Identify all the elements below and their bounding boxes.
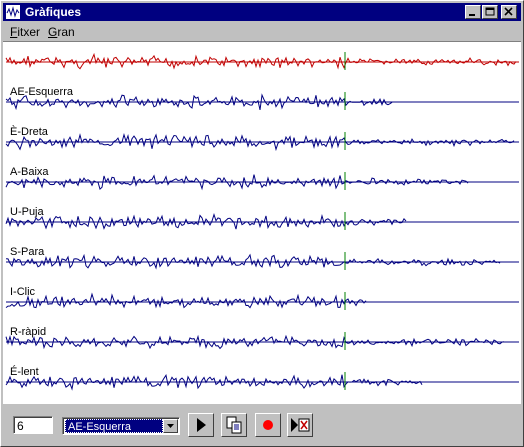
close-icon [504,7,513,16]
stop-button[interactable] [287,413,313,437]
chevron-down-icon [167,424,174,428]
close-button[interactable] [501,5,517,19]
track-label-r-rapid: R-ràpid [10,326,47,338]
track-label-u-puja: U-Puja [10,206,44,218]
maximize-button[interactable] [482,5,498,19]
minimize-button[interactable] [465,5,481,19]
stop-icon [291,418,310,432]
track-select[interactable]: AE-Esquerra [62,417,180,435]
play-button[interactable] [188,413,214,437]
track-select-value: AE-Esquerra [65,419,163,433]
dropdown-arrow-button[interactable] [163,419,178,433]
main-window: Gràfiques Fitxer Gran AE-Esquerra È-Dret… [0,0,524,447]
signal-plot-area: AE-Esquerra È-Dreta A-Baixa U-Puja S-Par… [3,41,521,404]
number-input[interactable]: 6 [13,416,53,434]
track-label-ae-esquerra: AE-Esquerra [10,86,73,98]
play-icon [197,418,206,432]
maximize-icon [485,7,495,16]
title-bar[interactable]: Gràfiques [3,3,521,21]
track-label-e-dreta: È-Dreta [10,126,48,138]
signal-plot [5,52,519,391]
track-label-e-lent: É-lent [10,366,39,378]
track-label-s-para: S-Para [10,246,45,258]
app-icon [6,5,20,19]
record-icon [263,420,273,430]
minimize-icon [469,14,475,16]
menu-fitxer[interactable]: Fitxer [10,25,40,39]
track-label-i-clic: I-Clic [10,286,36,298]
copy-button[interactable] [221,413,247,437]
control-bar: 6 AE-Esquerra [3,405,521,443]
record-button[interactable] [255,413,281,437]
window-title: Gràfiques [25,5,82,19]
track-waveform [5,292,367,309]
menu-bar: Fitxer Gran [3,22,521,40]
track-waveform [5,253,501,270]
copy-icon [226,416,242,434]
menu-gran[interactable]: Gran [48,25,75,39]
track-label-a-baixa: A-Baixa [10,166,49,178]
